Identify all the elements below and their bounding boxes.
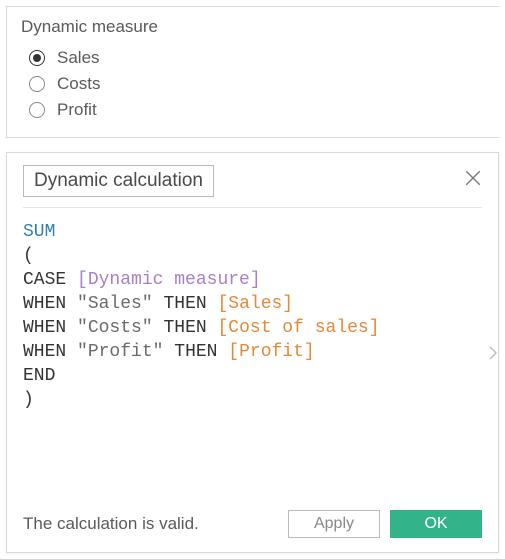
apply-button[interactable]: Apply (288, 510, 380, 538)
radio-label: Costs (57, 74, 100, 94)
parameter-title: Dynamic measure (21, 17, 485, 37)
radio-icon (29, 102, 45, 118)
radio-icon (29, 50, 45, 66)
calc-header: Dynamic calculation (7, 153, 498, 207)
parameter-panel: Dynamic measure Sales Costs Profit (6, 6, 499, 138)
formula-editor[interactable]: SUM ( CASE [Dynamic measure] WHEN "Sales… (7, 208, 498, 500)
radio-label: Profit (57, 100, 97, 120)
radio-label: Sales (57, 48, 100, 68)
radio-option[interactable]: Costs (29, 71, 485, 97)
parameter-radio-group: Sales Costs Profit (21, 45, 485, 123)
expand-arrow-icon[interactable] (487, 340, 499, 366)
calculation-editor: Dynamic calculation SUM ( CASE [Dynamic … (6, 152, 499, 553)
radio-icon (29, 76, 45, 92)
calc-footer: The calculation is valid. Apply OK (7, 500, 498, 552)
radio-option[interactable]: Profit (29, 97, 485, 123)
radio-option[interactable]: Sales (29, 45, 485, 71)
status-text: The calculation is valid. (23, 514, 278, 534)
ok-button[interactable]: OK (390, 510, 482, 538)
close-icon[interactable] (464, 169, 482, 187)
calc-name-input[interactable]: Dynamic calculation (23, 165, 214, 197)
